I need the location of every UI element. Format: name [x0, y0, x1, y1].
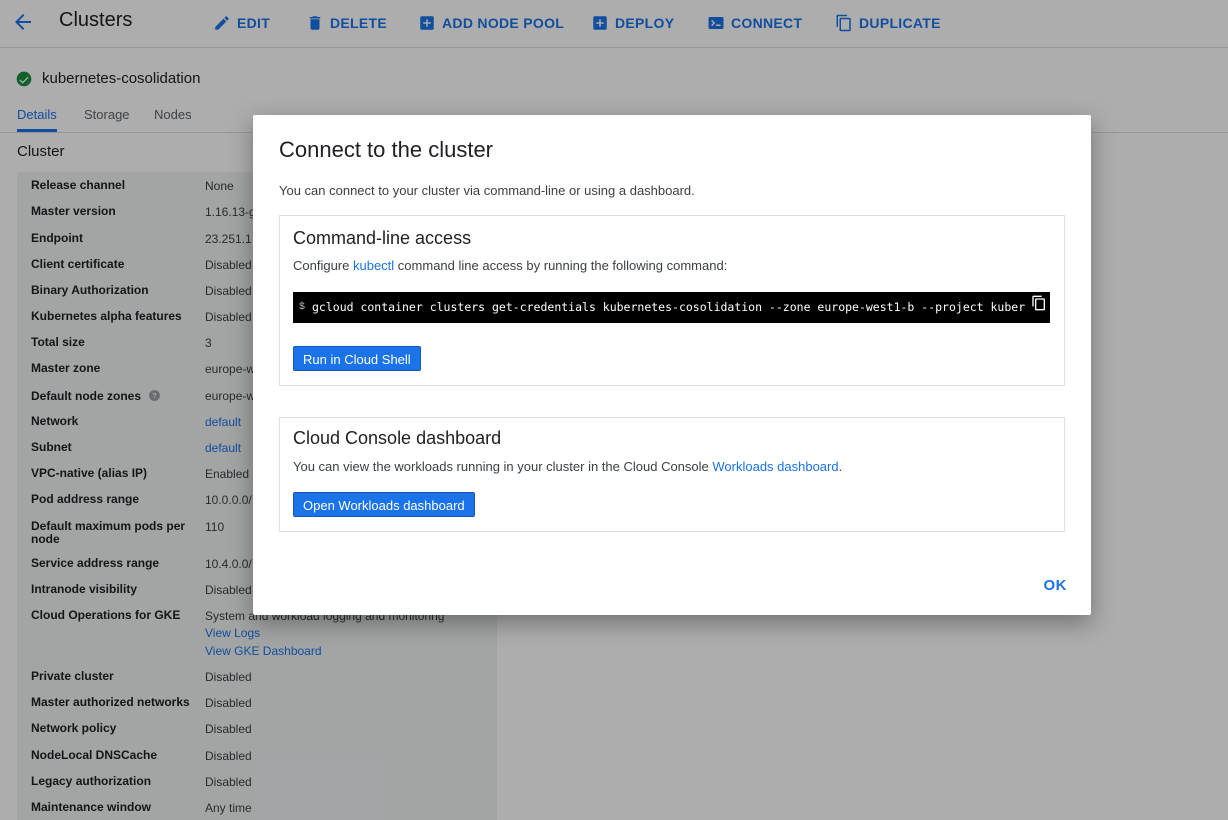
- run-in-cloud-shell-button[interactable]: Run in Cloud Shell: [293, 346, 421, 371]
- kubectl-link[interactable]: kubectl: [353, 258, 394, 273]
- cli-access-card: Command-line access Configure kubectl co…: [279, 215, 1065, 386]
- cli-text-after: command line access by running the follo…: [394, 258, 728, 273]
- dialog-title: Connect to the cluster: [279, 137, 494, 162]
- command-text[interactable]: gcloud container clusters get-credential…: [312, 300, 1025, 314]
- ok-button[interactable]: OK: [1044, 577, 1068, 594]
- dashboard-text-before: You can view the workloads running in yo…: [293, 459, 713, 474]
- dashboard-card-text: You can view the workloads running in yo…: [293, 459, 842, 474]
- cli-card-title: Command-line access: [293, 228, 472, 248]
- dialog-intro: You can connect to your cluster via comm…: [279, 183, 695, 198]
- cli-card-text: Configure kubectl command line access by…: [293, 258, 727, 273]
- command-prompt: $: [299, 302, 306, 313]
- cli-text-before: Configure: [293, 258, 353, 273]
- open-workloads-dashboard-button[interactable]: Open Workloads dashboard: [293, 492, 475, 517]
- workloads-dashboard-link[interactable]: Workloads dashboard: [712, 459, 838, 474]
- connect-dialog: Connect to the cluster You can connect t…: [253, 115, 1091, 615]
- dashboard-card: Cloud Console dashboard You can view the…: [279, 417, 1065, 532]
- command-box[interactable]: $ gcloud container clusters get-credenti…: [293, 292, 1050, 323]
- dashboard-text-after: .: [838, 459, 843, 474]
- dashboard-card-title: Cloud Console dashboard: [293, 428, 502, 448]
- copy-to-clipboard-icon[interactable]: [1031, 295, 1047, 311]
